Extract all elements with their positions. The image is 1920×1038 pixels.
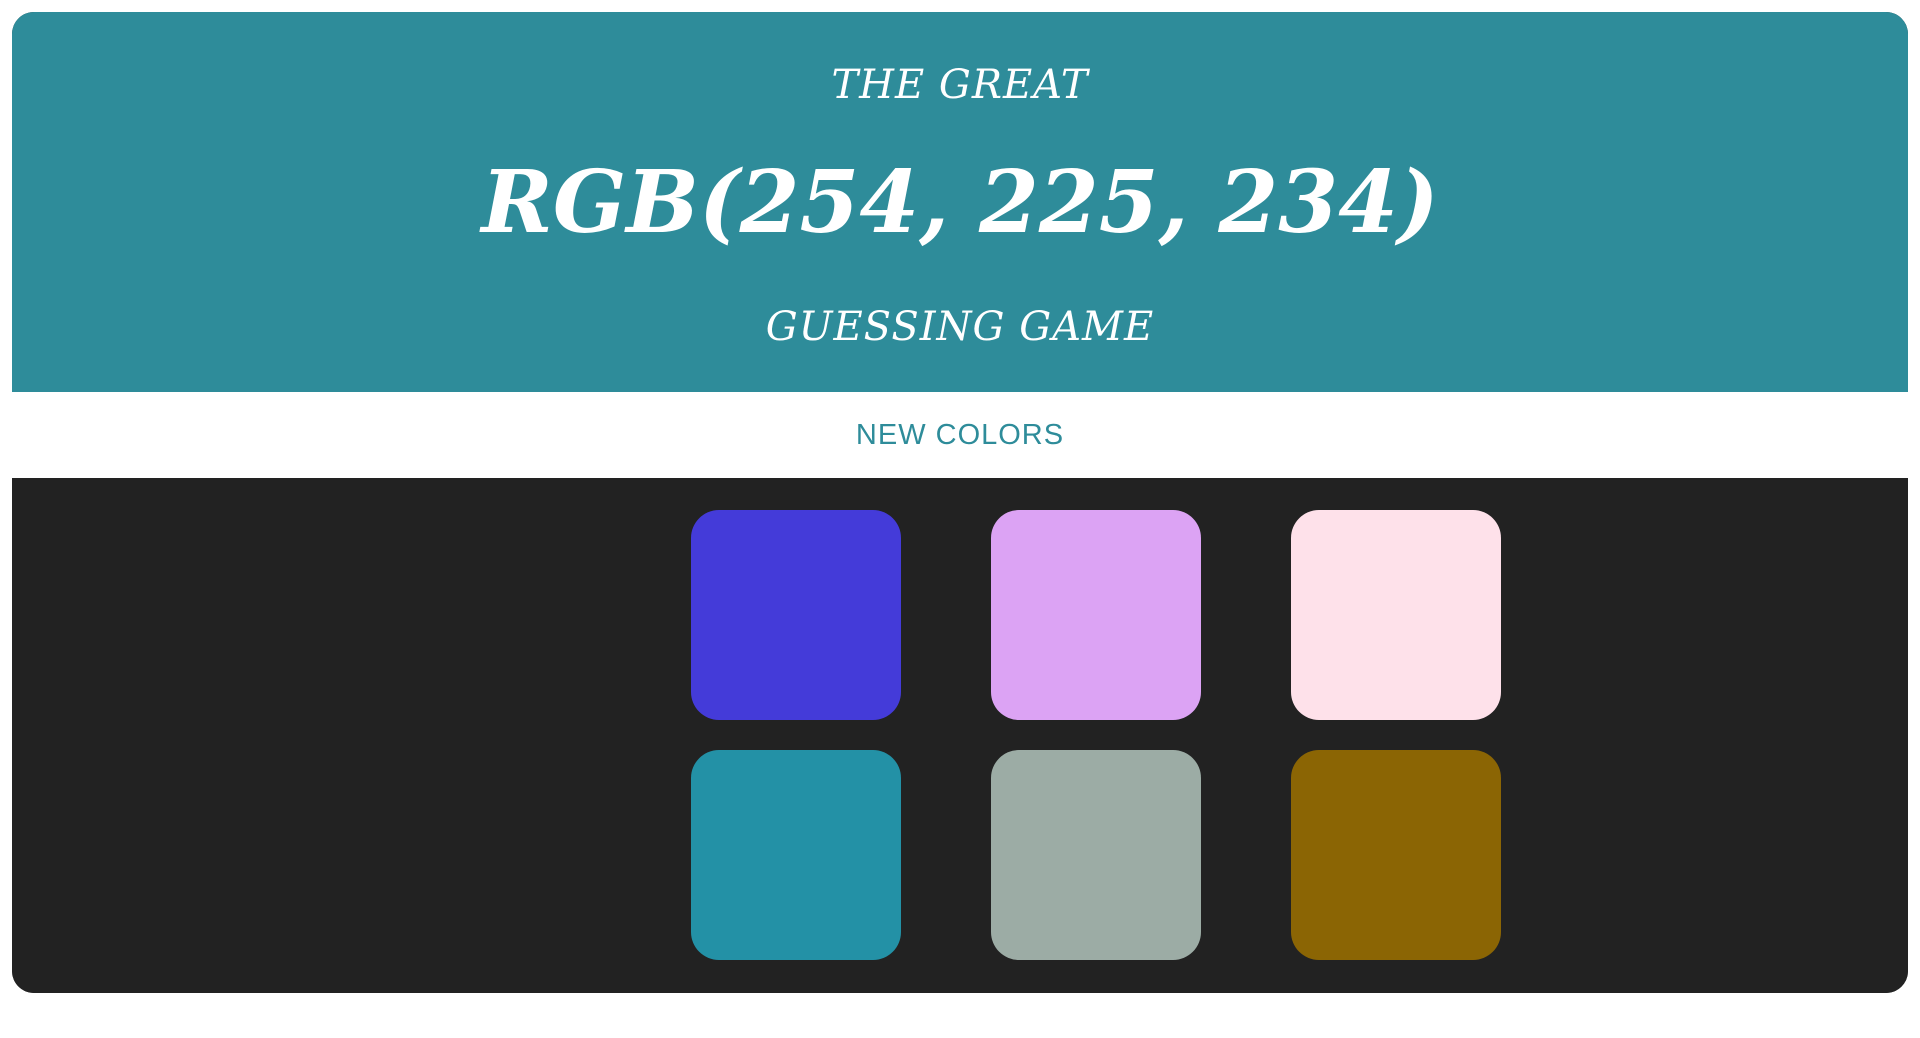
color-square-6[interactable] xyxy=(1291,750,1501,960)
header-banner: THE GREAT RGB(254, 225, 234) GUESSING GA… xyxy=(12,12,1908,392)
game-container: THE GREAT RGB(254, 225, 234) GUESSING GA… xyxy=(12,12,1908,993)
new-colors-button[interactable]: NEW COLORS xyxy=(842,413,1078,458)
color-square-4[interactable] xyxy=(691,750,901,960)
title-top-line: THE GREAT xyxy=(831,62,1089,108)
controls-bar: NEW COLORS xyxy=(12,392,1908,478)
color-square-1[interactable] xyxy=(691,510,901,720)
color-square-2[interactable] xyxy=(991,510,1201,720)
color-square-3[interactable] xyxy=(1291,510,1501,720)
target-rgb-display: RGB(254, 225, 234) xyxy=(481,152,1439,253)
color-board xyxy=(12,478,1908,993)
color-square-5[interactable] xyxy=(991,750,1201,960)
title-bottom-line: GUESSING GAME xyxy=(765,304,1155,350)
